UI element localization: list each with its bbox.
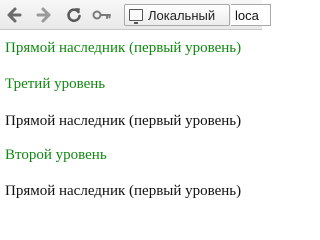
second-level-line: Второй уровень [5,147,107,163]
arrow-right-icon [36,7,51,23]
back-button[interactable] [4,5,24,25]
key-icon [92,10,111,20]
reload-button[interactable] [64,5,84,25]
arrow-left-icon [7,7,22,23]
direct-descendant-line-2: Прямой наследник (первый уровень) [5,113,242,129]
direct-descendant-line-1: Прямой наследник (первый уровень) [5,40,242,56]
third-level-line: Третий уровень [5,76,106,92]
key-button[interactable] [92,5,112,25]
url-input[interactable]: loca [231,4,271,26]
browser-toolbar: Локальный loca [0,0,271,30]
url-text: loca [235,7,259,23]
reload-icon [67,8,81,23]
direct-descendant-line-3: Прямой наследник (первый уровень) [5,183,242,199]
page-icon [129,9,143,24]
site-identity-label: Локальный [148,7,216,23]
site-identity-button[interactable]: Локальный [124,4,230,26]
page-content: Прямой наследник (первый уровень) Третий… [0,30,262,202]
forward-button[interactable] [34,5,54,25]
